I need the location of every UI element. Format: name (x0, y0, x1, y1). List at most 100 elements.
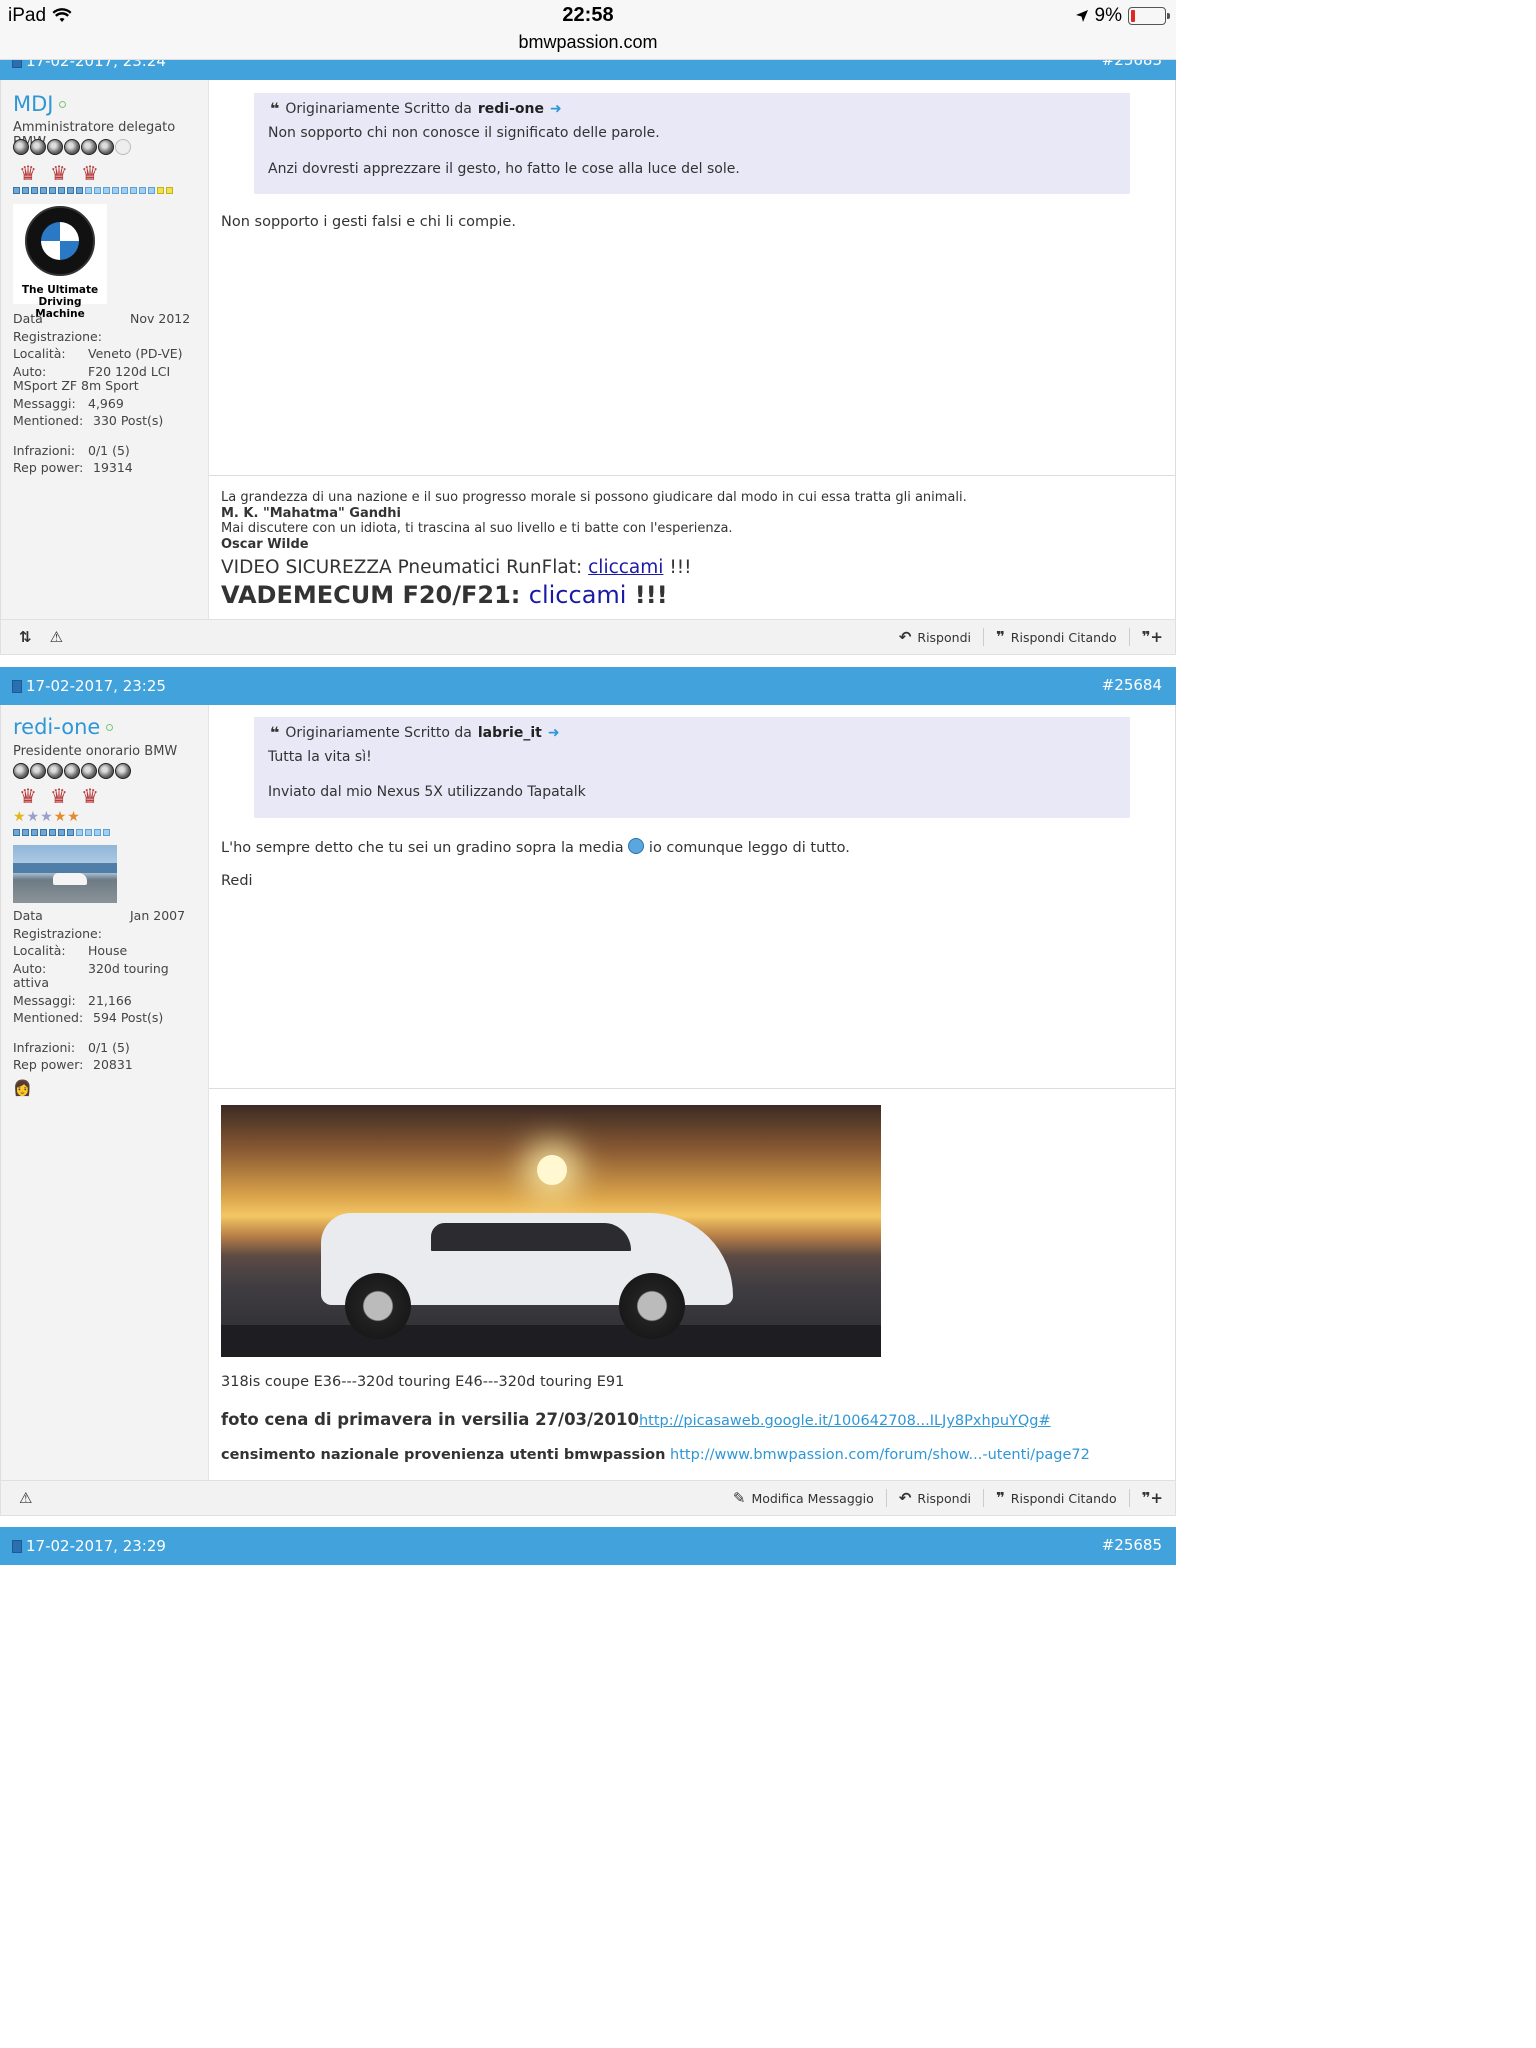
report-warning-icon[interactable]: ⚠ (50, 628, 63, 646)
quote-block: ❝ Originariamente Scritto da labrie_it ➜ Tu… (254, 717, 1130, 818)
avatar[interactable]: The Ultimate Driving Machine (13, 204, 107, 320)
rank-icon (98, 763, 114, 779)
rank-icon (13, 139, 29, 155)
multi-quote-button[interactable]: ❞+ (1130, 1489, 1163, 1507)
rank-icon (115, 139, 131, 155)
location-arrow-icon (1075, 10, 1088, 22)
crown-icon: ♛ (50, 161, 68, 185)
signature: La grandezza di una nazione e il suo pro… (221, 490, 967, 609)
rep-square (94, 187, 101, 194)
multi-quote-button[interactable]: ❞+ (1130, 628, 1163, 646)
user-info-panel: MDJ Amministratore delegato BMW ♛ ♛ ♛ The … (1, 80, 209, 620)
reply-button[interactable]: ↶ Rispondi (887, 1489, 984, 1507)
user-title: Presidente onorario BMW (13, 744, 178, 759)
rank-icons (13, 763, 131, 779)
rank-icons (13, 139, 131, 155)
quote-line: Tutta la vita sì! (268, 749, 372, 765)
rep-square (76, 829, 83, 836)
rep-square (139, 187, 146, 194)
rank-icon (47, 139, 63, 155)
picasa-link[interactable]: http://picasaweb.google.it/100642708...I… (639, 1413, 1051, 1429)
star-icon: ★ (67, 809, 80, 825)
video-link[interactable]: cliccami (588, 557, 663, 578)
signature-census-line: censimento nazionale provenienza utenti … (221, 1447, 1090, 1463)
post-icon (12, 679, 22, 693)
award-stars: ★ ★ ★ ★ ★ (13, 809, 80, 825)
star-icon: ★ (53, 809, 67, 825)
reply-arrow-icon: ↶ (898, 628, 912, 646)
view-post-arrow-icon[interactable]: ➜ (550, 101, 562, 117)
post-number-link[interactable]: #25684 (1102, 676, 1162, 694)
reply-arrow-icon: ↶ (898, 1489, 912, 1507)
post-header: 17-02-2017, 23:29 #25685 (0, 1527, 1176, 1565)
rep-square (76, 187, 83, 194)
post-text: L'ho sempre detto che tu sei un gradino … (221, 838, 850, 856)
rep-square (85, 187, 92, 194)
rep-square (157, 187, 164, 194)
post-footer: ⚠ ✎ Modifica Messaggio ↶ Rispondi ❞ Rispond… (0, 1480, 1176, 1516)
quote-bubble-icon: ❞ (995, 1489, 1005, 1507)
rep-square (103, 829, 110, 836)
status-bar: iPad 22:58 bmwpassion.com 9% (0, 0, 1176, 60)
signature-car-photo[interactable] (221, 1105, 881, 1357)
swap-arrows-icon[interactable]: ⇅ (19, 628, 32, 646)
rep-square (166, 187, 173, 194)
rank-icon (30, 763, 46, 779)
user-info-panel: redi-one Presidente onorario BMW ♛ ♛ ♛ ★ ★ ★… (1, 705, 209, 1481)
vademecum-link[interactable]: cliccami (529, 581, 627, 609)
rep-square (121, 187, 128, 194)
bmw-logo-icon (25, 206, 95, 276)
rep-square (58, 829, 65, 836)
reply-button[interactable]: ↶ Rispondi (887, 628, 984, 646)
quote-header: ❝ Originariamente Scritto da redi-one ➜ (270, 99, 562, 118)
rep-square (85, 829, 92, 836)
rank-icon (81, 763, 97, 779)
post-footer: ⇅ ⚠ ↶ Rispondi ❞ Rispondi Citando ❞+ (0, 619, 1176, 655)
census-link[interactable]: http://www.bmwpassion.com/forum/show...-… (670, 1447, 1090, 1463)
report-warning-icon[interactable]: ⚠ (19, 1489, 32, 1507)
user-stats: Data Registrazione: Jan 2007 Località: Hou… (13, 908, 186, 1097)
reply-quote-button[interactable]: ❞ Rispondi Citando (984, 628, 1130, 646)
rep-square (112, 187, 119, 194)
rep-square (13, 829, 20, 836)
rank-icon (64, 139, 80, 155)
url-bar[interactable]: bmwpassion.com (0, 32, 1176, 53)
post-number-link[interactable]: #25685 (1102, 1536, 1162, 1554)
signature-divider (209, 475, 1175, 476)
star-icon: ★ (13, 809, 26, 825)
star-icon: ★ (40, 809, 53, 825)
rep-square (130, 187, 137, 194)
view-post-arrow-icon[interactable]: ➜ (548, 725, 560, 741)
crown-icon: ♛ (19, 784, 37, 808)
rep-square (67, 187, 74, 194)
quote-block: ❝ Originariamente Scritto da redi-one ➜ Non… (254, 93, 1130, 194)
rep-square (67, 829, 74, 836)
username-link[interactable]: redi-one (13, 715, 114, 739)
signature-divider (209, 1088, 1175, 1089)
rep-square (22, 829, 29, 836)
pencil-icon: ✎ (732, 1489, 746, 1507)
smiley-icon (628, 838, 645, 854)
online-status-icon (106, 723, 114, 731)
post-body: redi-one Presidente onorario BMW ♛ ♛ ♛ ★ ★ ★… (0, 705, 1176, 1481)
rep-square (49, 829, 56, 836)
post-icon (12, 1539, 22, 1553)
avatar[interactable] (13, 845, 117, 903)
crown-icons: ♛ ♛ ♛ (13, 162, 105, 184)
reputation-squares (13, 187, 174, 194)
clock: 22:58 (562, 4, 614, 26)
rank-icon (115, 763, 131, 779)
post-date: 17-02-2017, 23:29 (12, 1537, 166, 1555)
rep-square (40, 829, 47, 836)
username-link[interactable]: MDJ (13, 92, 67, 116)
quote-icon: ❝ (270, 723, 280, 742)
multi-quote-icon: ❞+ (1141, 628, 1163, 646)
signature-photo-line: foto cena di primavera in versilia 27/03… (221, 1410, 1051, 1429)
crown-icon: ♛ (81, 161, 99, 185)
reply-quote-button[interactable]: ❞ Rispondi Citando (984, 1489, 1130, 1507)
quote-icon: ❝ (270, 99, 280, 118)
edit-post-button[interactable]: ✎ Modifica Messaggio (721, 1489, 887, 1507)
crown-icon: ♛ (81, 784, 99, 808)
quote-header: ❝ Originariamente Scritto da labrie_it ➜ (270, 723, 560, 742)
crown-icon: ♛ (50, 784, 68, 808)
